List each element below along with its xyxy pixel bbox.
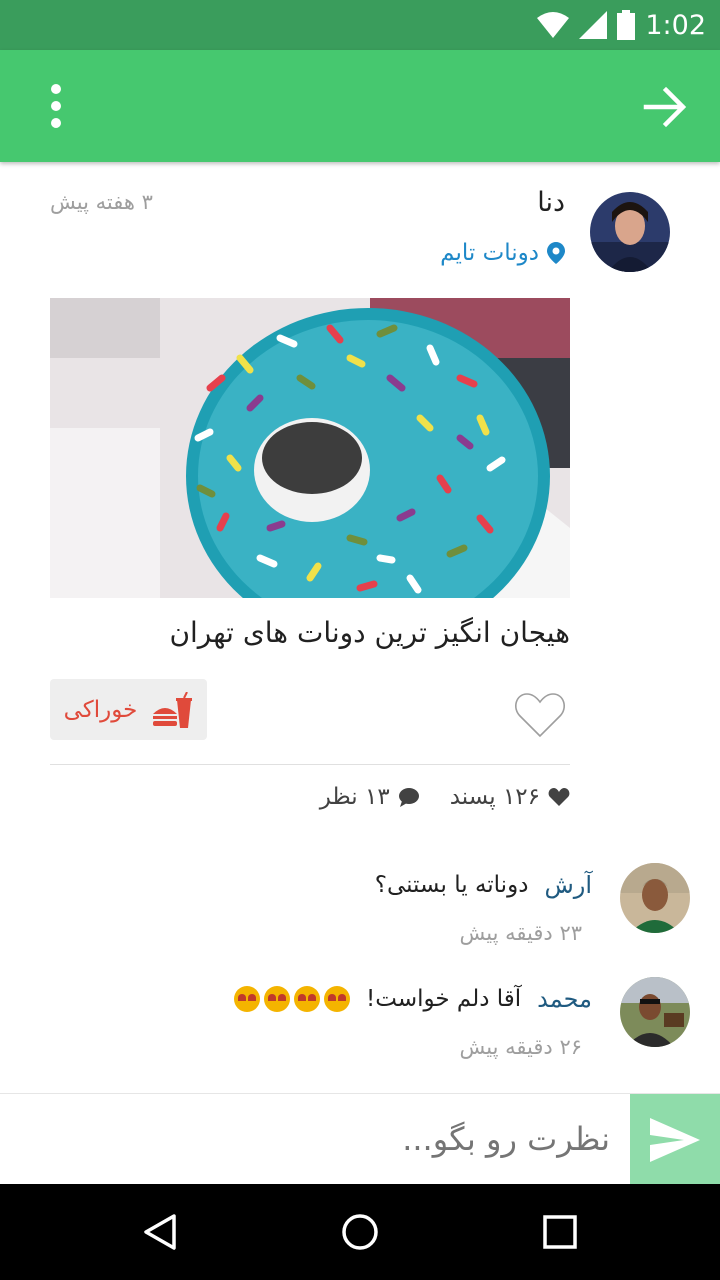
comment-text: دوناته یا بستنی؟ (374, 872, 529, 898)
comment-composer (0, 1093, 720, 1185)
arrow-forward-icon[interactable] (642, 84, 688, 130)
emoji-row (234, 986, 351, 1012)
comment-item: محمد آقا دلم خواست! ۲۶ دقیقه پیش (0, 977, 720, 1077)
divider (50, 764, 570, 765)
status-icons: 1:02 (537, 8, 706, 42)
fast-food-icon (153, 691, 193, 728)
heart-outline-icon[interactable] (512, 688, 568, 740)
chat-bubble-icon (398, 788, 419, 807)
likes-stat[interactable]: ۱۲۶ پسند (450, 784, 570, 810)
tag-label: خوراکی (63, 696, 138, 723)
post-location[interactable]: دونات تایم (440, 240, 565, 266)
comment-author[interactable]: محمد (537, 985, 592, 1013)
home-circle-icon[interactable] (340, 1212, 380, 1252)
post-stats: ۱۲۶ پسند ۱۳ نظر (320, 784, 570, 810)
post-image[interactable] (50, 298, 570, 598)
comment-input[interactable] (20, 1094, 610, 1184)
heart-eyes-emoji-icon (234, 986, 261, 1012)
post-time: ۳ هفته پیش (50, 190, 153, 214)
wifi-icon (537, 12, 570, 38)
comments-count: ۱۳ نظر (319, 784, 390, 810)
comment-text: آقا دلم خواست! (366, 986, 522, 1012)
more-vert-icon[interactable] (36, 80, 76, 132)
heart-eyes-emoji-icon (264, 986, 291, 1012)
author-avatar[interactable] (590, 192, 670, 272)
status-time: 1:02 (645, 9, 706, 41)
comment-item: آرش دوناته یا بستنی؟ ۲۳ دقیقه پیش (0, 863, 720, 963)
back-triangle-icon[interactable] (140, 1212, 180, 1252)
comment-line: آرش دوناته یا بستنی؟ (375, 871, 592, 899)
post-header: دنا ۳ هفته پیش دونات تایم (0, 162, 720, 292)
battery-icon (617, 10, 636, 40)
recents-square-icon[interactable] (540, 1212, 580, 1252)
commenter-avatar[interactable] (620, 863, 690, 933)
location-pin-icon (547, 242, 565, 264)
location-label: دونات تایم (440, 240, 539, 266)
commenter-avatar[interactable] (620, 977, 690, 1047)
signal-icon (579, 11, 608, 39)
status-bar: 1:02 (0, 0, 720, 50)
heart-eyes-emoji-icon (324, 986, 351, 1012)
post-title: هیجان انگیز ترین دونات های تهران (169, 616, 570, 649)
comment-time: ۲۳ دقیقه پیش (459, 921, 582, 945)
comment-line: محمد آقا دلم خواست! (234, 985, 592, 1013)
system-nav-bar (0, 1184, 720, 1280)
heart-eyes-emoji-icon (294, 986, 321, 1012)
heart-icon (548, 788, 570, 806)
likes-count: ۱۲۶ پسند (449, 784, 540, 810)
comment-time: ۲۶ دقیقه پیش (459, 1035, 582, 1059)
tag-chip-food[interactable]: خوراکی (50, 679, 207, 740)
comment-author[interactable]: آرش (544, 871, 592, 899)
send-button[interactable] (630, 1094, 720, 1185)
comments-stat[interactable]: ۱۳ نظر (320, 784, 420, 810)
app-toolbar (0, 50, 720, 162)
send-icon (650, 1117, 700, 1162)
author-name[interactable]: دنا (537, 187, 565, 218)
